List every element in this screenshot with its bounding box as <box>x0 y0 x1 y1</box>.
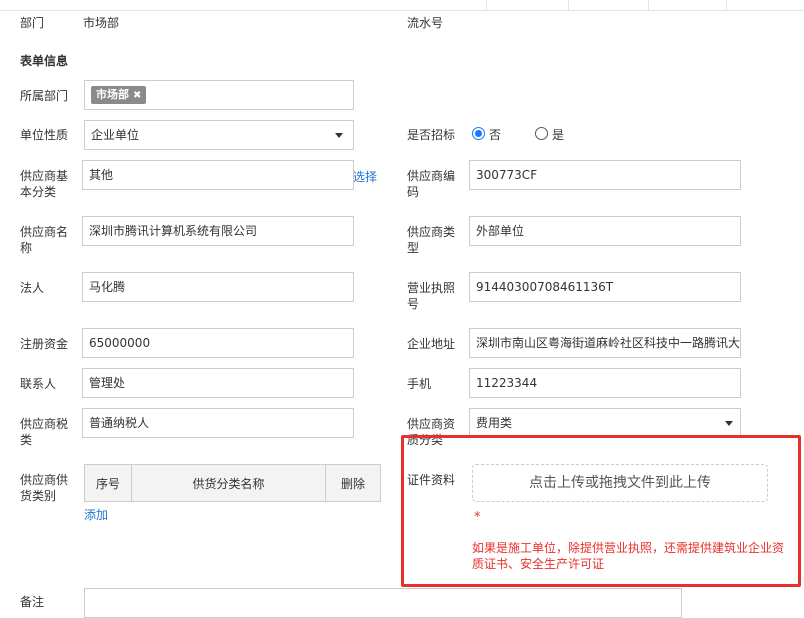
bidding-radio-yes[interactable] <box>535 127 548 140</box>
phone-label: 手机 <box>407 377 432 391</box>
top-divider <box>0 0 804 11</box>
section-title: 表单信息 <box>20 54 69 68</box>
supplier-basic-category-input[interactable]: 其他 <box>82 160 354 190</box>
chevron-down-icon <box>335 133 343 138</box>
supplier-name-input[interactable]: 深圳市腾讯计算机系统有限公司 <box>82 216 354 246</box>
supplier-basic-category-value: 其他 <box>89 168 114 182</box>
phone-input[interactable]: 11223344 <box>469 368 741 398</box>
registered-capital-input[interactable]: 65000000 <box>82 328 354 358</box>
dept-label: 部门 <box>20 16 45 30</box>
supplier-type-input[interactable]: 外部单位 <box>469 216 741 246</box>
top-divider-segment <box>726 0 727 10</box>
top-divider-segment <box>486 0 487 10</box>
business-license-label: 营业执照号 <box>407 281 456 311</box>
supplier-basic-category-label: 供应商基本分类 <box>20 169 69 199</box>
tax-type-input[interactable]: 普通纳税人 <box>82 408 354 438</box>
contact-value: 管理处 <box>89 376 126 390</box>
remove-tag-icon[interactable]: ✖ <box>133 90 141 101</box>
qualification-category-select[interactable]: 费用类 <box>469 408 741 438</box>
supply-category-table: 序号 供货分类名称 删除 <box>84 464 381 502</box>
notes-textarea[interactable] <box>84 588 682 618</box>
bidding-radio-no[interactable] <box>472 127 485 140</box>
table-header-category-name: 供货分类名称 <box>131 464 326 502</box>
add-row-link[interactable]: 添加 <box>84 506 108 523</box>
business-license-value: 91440300708461136T <box>476 280 614 294</box>
bidding-label: 是否招标 <box>407 128 456 142</box>
legal-person-value: 马化腾 <box>89 280 126 294</box>
belong-dept-tag: 市场部 ✖ <box>91 86 147 104</box>
supplier-name-value: 深圳市腾讯计算机系统有限公司 <box>89 224 258 238</box>
qualification-category-value: 费用类 <box>476 416 513 430</box>
bidding-option-yes: 是 <box>552 128 565 142</box>
highlight-box <box>401 435 801 587</box>
supplier-type-value: 外部单位 <box>476 224 525 238</box>
unit-type-label: 单位性质 <box>20 128 69 142</box>
tax-type-value: 普通纳税人 <box>89 416 150 430</box>
company-address-input[interactable]: 深圳市南山区粤海街道麻岭社区科技中一路腾讯大厦 <box>469 328 741 358</box>
serial-number-label: 流水号 <box>407 16 444 30</box>
company-address-label: 企业地址 <box>407 337 456 351</box>
select-category-link[interactable]: 选择 <box>353 168 377 185</box>
belong-dept-label: 所属部门 <box>20 89 69 103</box>
legal-person-label: 法人 <box>20 281 45 295</box>
unit-type-select[interactable]: 企业单位 <box>84 120 354 150</box>
table-header-index: 序号 <box>84 464 132 502</box>
phone-value: 11223344 <box>476 376 538 390</box>
company-address-value: 深圳市南山区粤海街道麻岭社区科技中一路腾讯大厦 <box>476 336 741 350</box>
supplier-code-input[interactable]: 300773CF <box>469 160 741 190</box>
table-header-delete: 删除 <box>325 464 381 502</box>
supplier-code-label: 供应商编码 <box>407 169 456 199</box>
contact-label: 联系人 <box>20 377 57 391</box>
supplier-name-label: 供应商名称 <box>20 225 69 255</box>
supplier-type-label: 供应商类型 <box>407 225 456 255</box>
registered-capital-value: 65000000 <box>89 336 151 350</box>
belong-dept-tag-text: 市场部 <box>96 88 129 101</box>
dept-value: 市场部 <box>83 16 120 30</box>
chevron-down-icon <box>725 421 733 426</box>
business-license-input[interactable]: 91440300708461136T <box>469 272 741 302</box>
notes-label: 备注 <box>20 595 45 609</box>
unit-type-value: 企业单位 <box>91 128 140 142</box>
legal-person-input[interactable]: 马化腾 <box>82 272 354 302</box>
supplier-code-value: 300773CF <box>476 168 538 182</box>
top-divider-segment <box>648 0 649 10</box>
bidding-option-no: 否 <box>489 128 502 142</box>
registered-capital-label: 注册资金 <box>20 337 69 351</box>
top-divider-segment <box>568 0 569 10</box>
tax-type-label: 供应商税类 <box>20 417 69 447</box>
supply-category-label: 供应商供货类别 <box>20 473 69 503</box>
contact-input[interactable]: 管理处 <box>82 368 354 398</box>
